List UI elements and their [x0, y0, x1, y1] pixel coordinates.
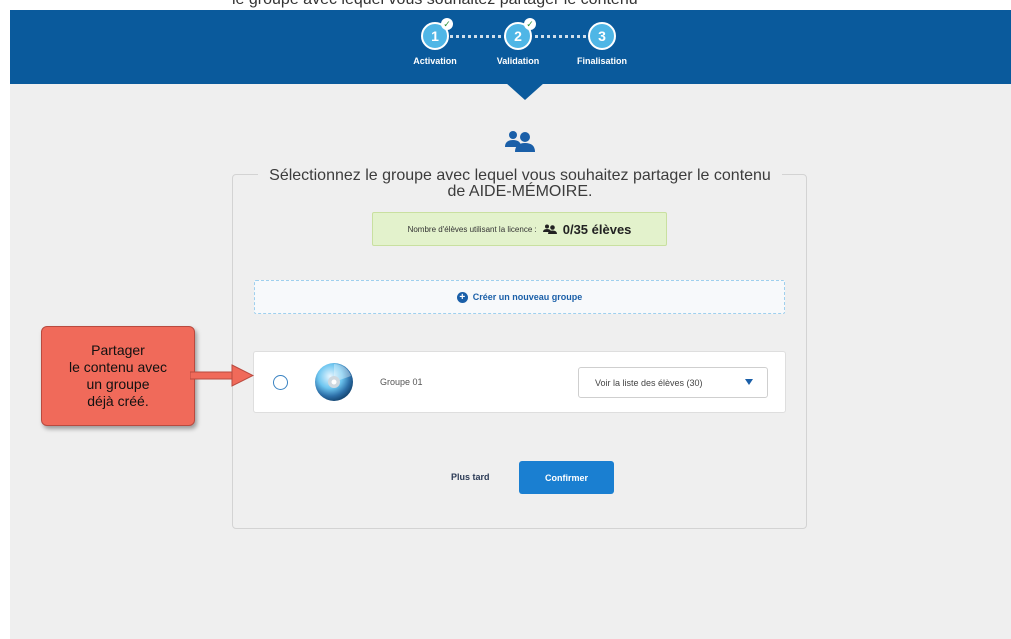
- users-icon: [542, 224, 557, 234]
- checkmark-icon: ✓: [441, 18, 453, 30]
- cd-icon: [315, 363, 353, 401]
- annotation-callout: Partager le contenu avec un groupe déjà …: [41, 326, 195, 426]
- step-number: 1: [431, 28, 439, 44]
- cropped-heading-text: le groupe avec lequel vous souhaitez par…: [232, 0, 638, 9]
- stepper-header: 1 ✓ Activation 2 ✓ Validation 3 Finalisa…: [10, 10, 1011, 84]
- group-row[interactable]: Groupe 01 Voir la liste des élèves (30): [253, 351, 786, 413]
- confirm-button[interactable]: Confirmer: [519, 461, 614, 494]
- group-name: Groupe 01: [380, 377, 423, 387]
- step-number: 2: [514, 28, 522, 44]
- later-button[interactable]: Plus tard: [451, 472, 490, 482]
- licence-usage-box: Nombre d'élèves utilisant la licence : 0…: [372, 212, 667, 246]
- dropdown-label: Voir la liste des élèves (30): [595, 377, 703, 388]
- checkmark-icon: ✓: [524, 18, 536, 30]
- licence-label: Nombre d'élèves utilisant la licence :: [407, 224, 537, 234]
- step-number: 3: [598, 28, 606, 44]
- page-title: Sélectionnez le groupe avec lequel vous …: [258, 168, 782, 200]
- step-label: Activation: [413, 56, 457, 66]
- step-number-circle: 1 ✓: [421, 18, 453, 50]
- chevron-down-icon: [745, 379, 753, 385]
- group-radio[interactable]: [273, 375, 288, 390]
- step-validation: 2 ✓ Validation: [478, 18, 558, 66]
- student-list-dropdown[interactable]: Voir la liste des élèves (30): [578, 367, 768, 398]
- users-icon: [505, 131, 535, 152]
- create-group-label: Créer un nouveau groupe: [472, 292, 583, 302]
- step-label: Validation: [496, 56, 540, 66]
- arrow-right-icon: [190, 364, 254, 387]
- create-group-button[interactable]: + Créer un nouveau groupe: [254, 280, 785, 314]
- app-viewport: 1 ✓ Activation 2 ✓ Validation 3 Finalisa…: [10, 10, 1011, 639]
- step-number-circle: 2 ✓: [504, 18, 536, 50]
- licence-count: 0/35 élèves: [562, 221, 632, 237]
- step-finalisation: 3 Finalisation: [562, 22, 642, 66]
- step-number-circle: 3: [588, 22, 616, 50]
- header-notch: [506, 83, 544, 100]
- plus-circle-icon: +: [456, 291, 468, 303]
- step-activation: 1 ✓ Activation: [395, 18, 475, 66]
- step-label: Finalisation: [576, 56, 627, 66]
